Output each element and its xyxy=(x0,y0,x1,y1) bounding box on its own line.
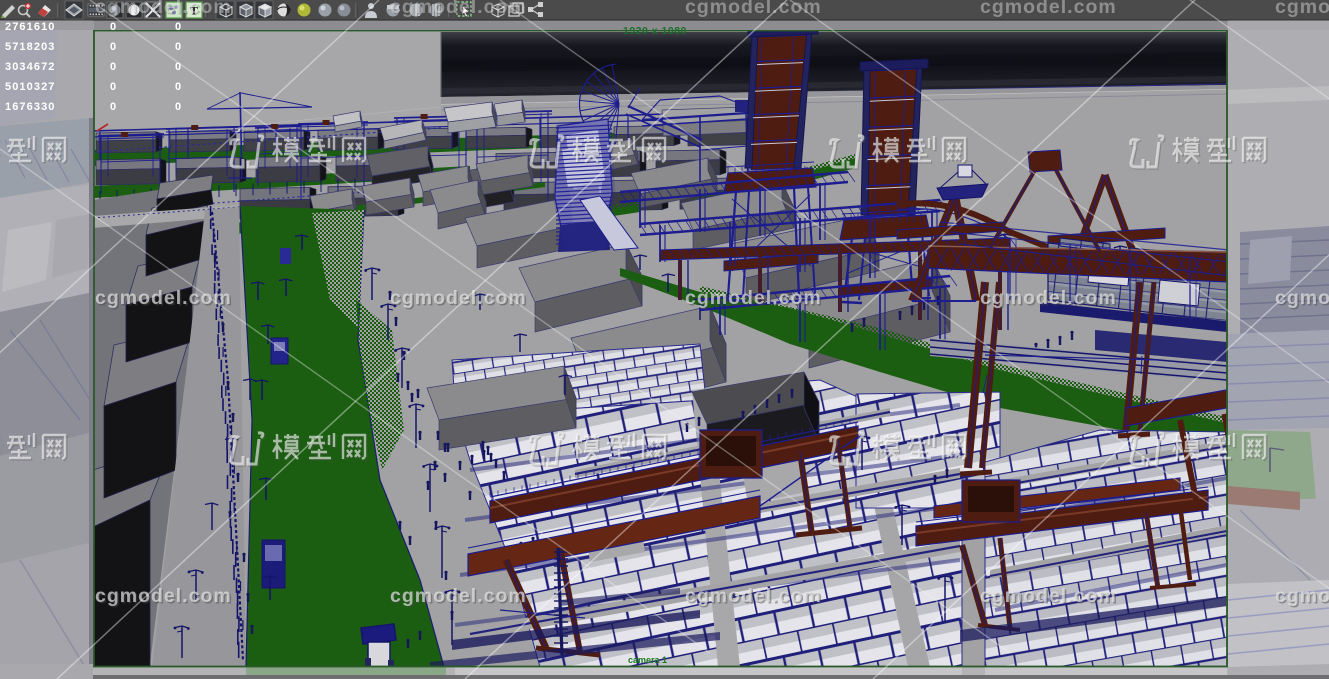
svg-text:camera 1: camera 1 xyxy=(628,655,667,665)
svg-text:0: 0 xyxy=(110,101,116,113)
svg-text:cgmodel.com: cgmodel.com xyxy=(685,0,822,18)
svg-text:cgmodel.com: cgmodel.com xyxy=(95,585,232,607)
svg-text:cgmodel.com: cgmodel.com xyxy=(1275,0,1329,18)
svg-text:cgmodel.com: cgmodel.com xyxy=(1275,585,1329,607)
svg-text:0: 0 xyxy=(110,41,116,53)
svg-text:5010327: 5010327 xyxy=(5,81,56,93)
svg-text:3034672: 3034672 xyxy=(5,61,56,73)
svg-text:0: 0 xyxy=(175,41,181,53)
svg-text:0: 0 xyxy=(110,81,116,93)
svg-text:2761610: 2761610 xyxy=(5,21,56,33)
svg-text:cgmodel.com: cgmodel.com xyxy=(685,287,822,309)
svg-text:0: 0 xyxy=(175,101,181,113)
svg-text:cgmodel.com: cgmodel.com xyxy=(95,287,232,309)
svg-text:cgmodel.com: cgmodel.com xyxy=(980,585,1117,607)
svg-text:cgmodel.com: cgmodel.com xyxy=(390,0,527,18)
svg-text:cgmodel.com: cgmodel.com xyxy=(390,585,527,607)
svg-text:5718203: 5718203 xyxy=(5,41,56,53)
svg-text:0: 0 xyxy=(110,61,116,73)
svg-text:0: 0 xyxy=(175,21,181,33)
svg-text:1920 x 1080: 1920 x 1080 xyxy=(623,25,687,37)
svg-text:1676330: 1676330 xyxy=(5,101,56,113)
svg-text:0: 0 xyxy=(110,21,116,33)
svg-text:cgmodel.com: cgmodel.com xyxy=(95,0,232,18)
svg-text:cgmodel.com: cgmodel.com xyxy=(685,585,822,607)
svg-text:cgmodel.com: cgmodel.com xyxy=(980,0,1117,18)
svg-text:cgmodel.com: cgmodel.com xyxy=(980,287,1117,309)
svg-text:0: 0 xyxy=(175,81,181,93)
